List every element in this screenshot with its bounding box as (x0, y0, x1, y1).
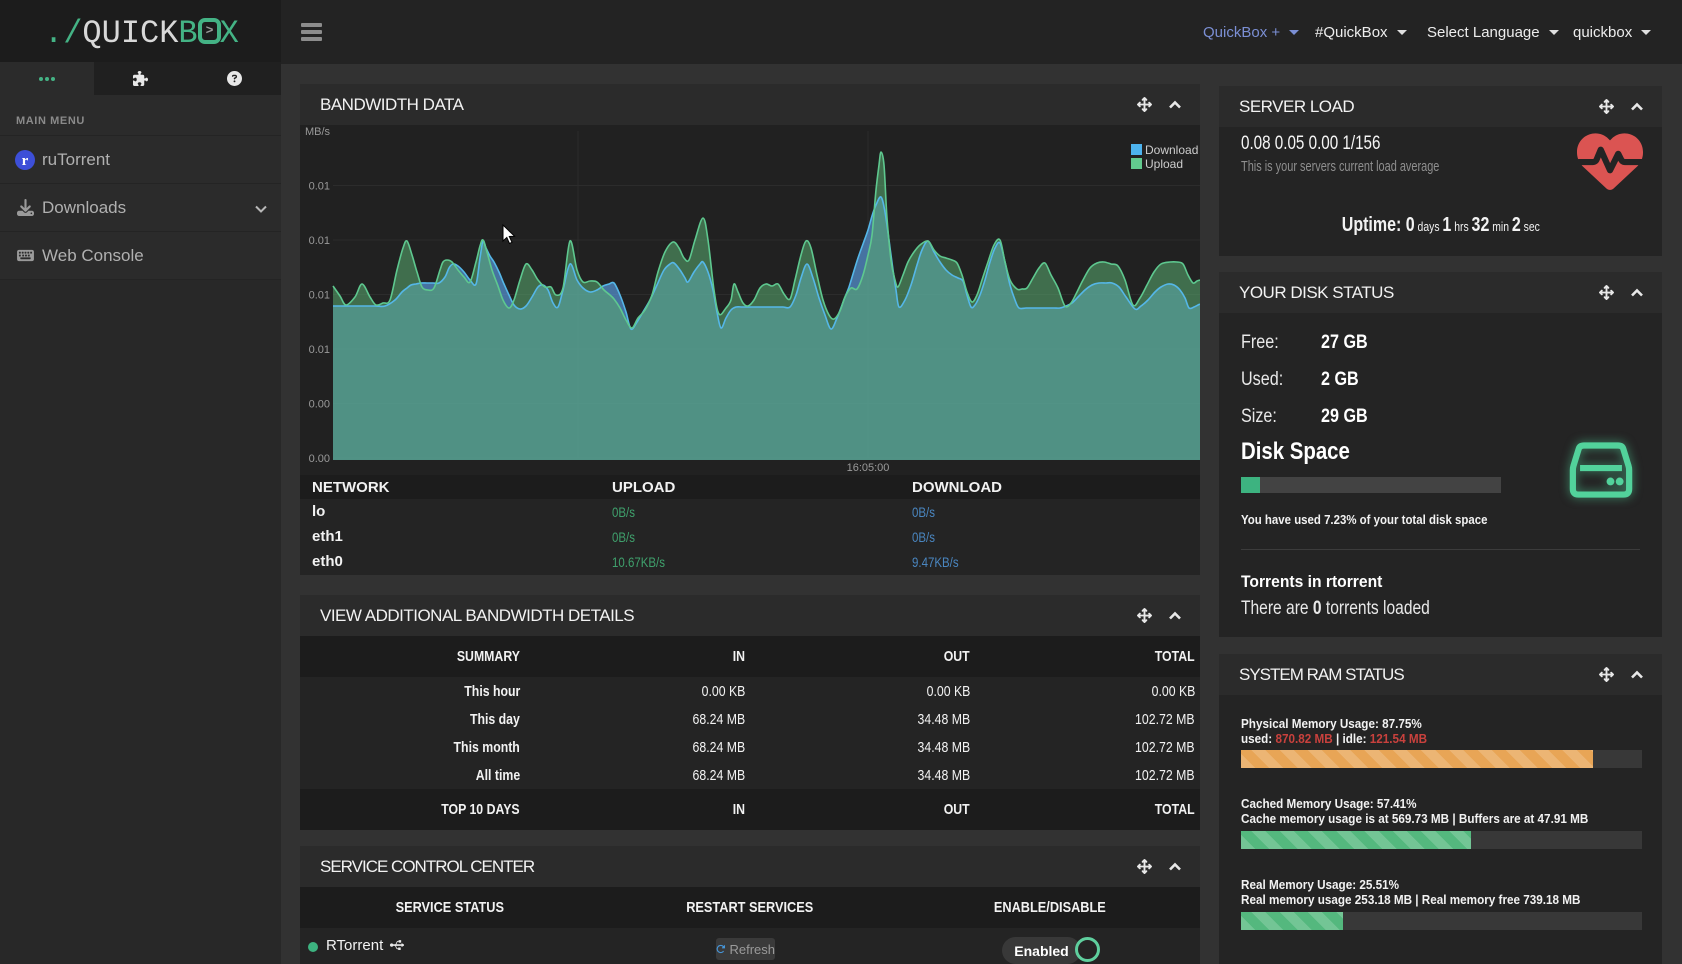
svg-text:0.00: 0.00 (309, 453, 330, 465)
svg-text:0.01: 0.01 (309, 290, 330, 302)
svg-text:0.00: 0.00 (309, 399, 330, 411)
svg-text:0.01: 0.01 (309, 181, 330, 193)
svg-text:MB/s: MB/s (305, 126, 331, 138)
svg-text:16:05:00: 16:05:00 (847, 462, 890, 474)
svg-text:r: r (22, 153, 29, 169)
svg-text:Upload: Upload (1145, 157, 1183, 171)
svg-text:Download: Download (1145, 143, 1198, 157)
svg-text:0.01: 0.01 (309, 344, 330, 356)
svg-text:0.01: 0.01 (309, 235, 330, 247)
